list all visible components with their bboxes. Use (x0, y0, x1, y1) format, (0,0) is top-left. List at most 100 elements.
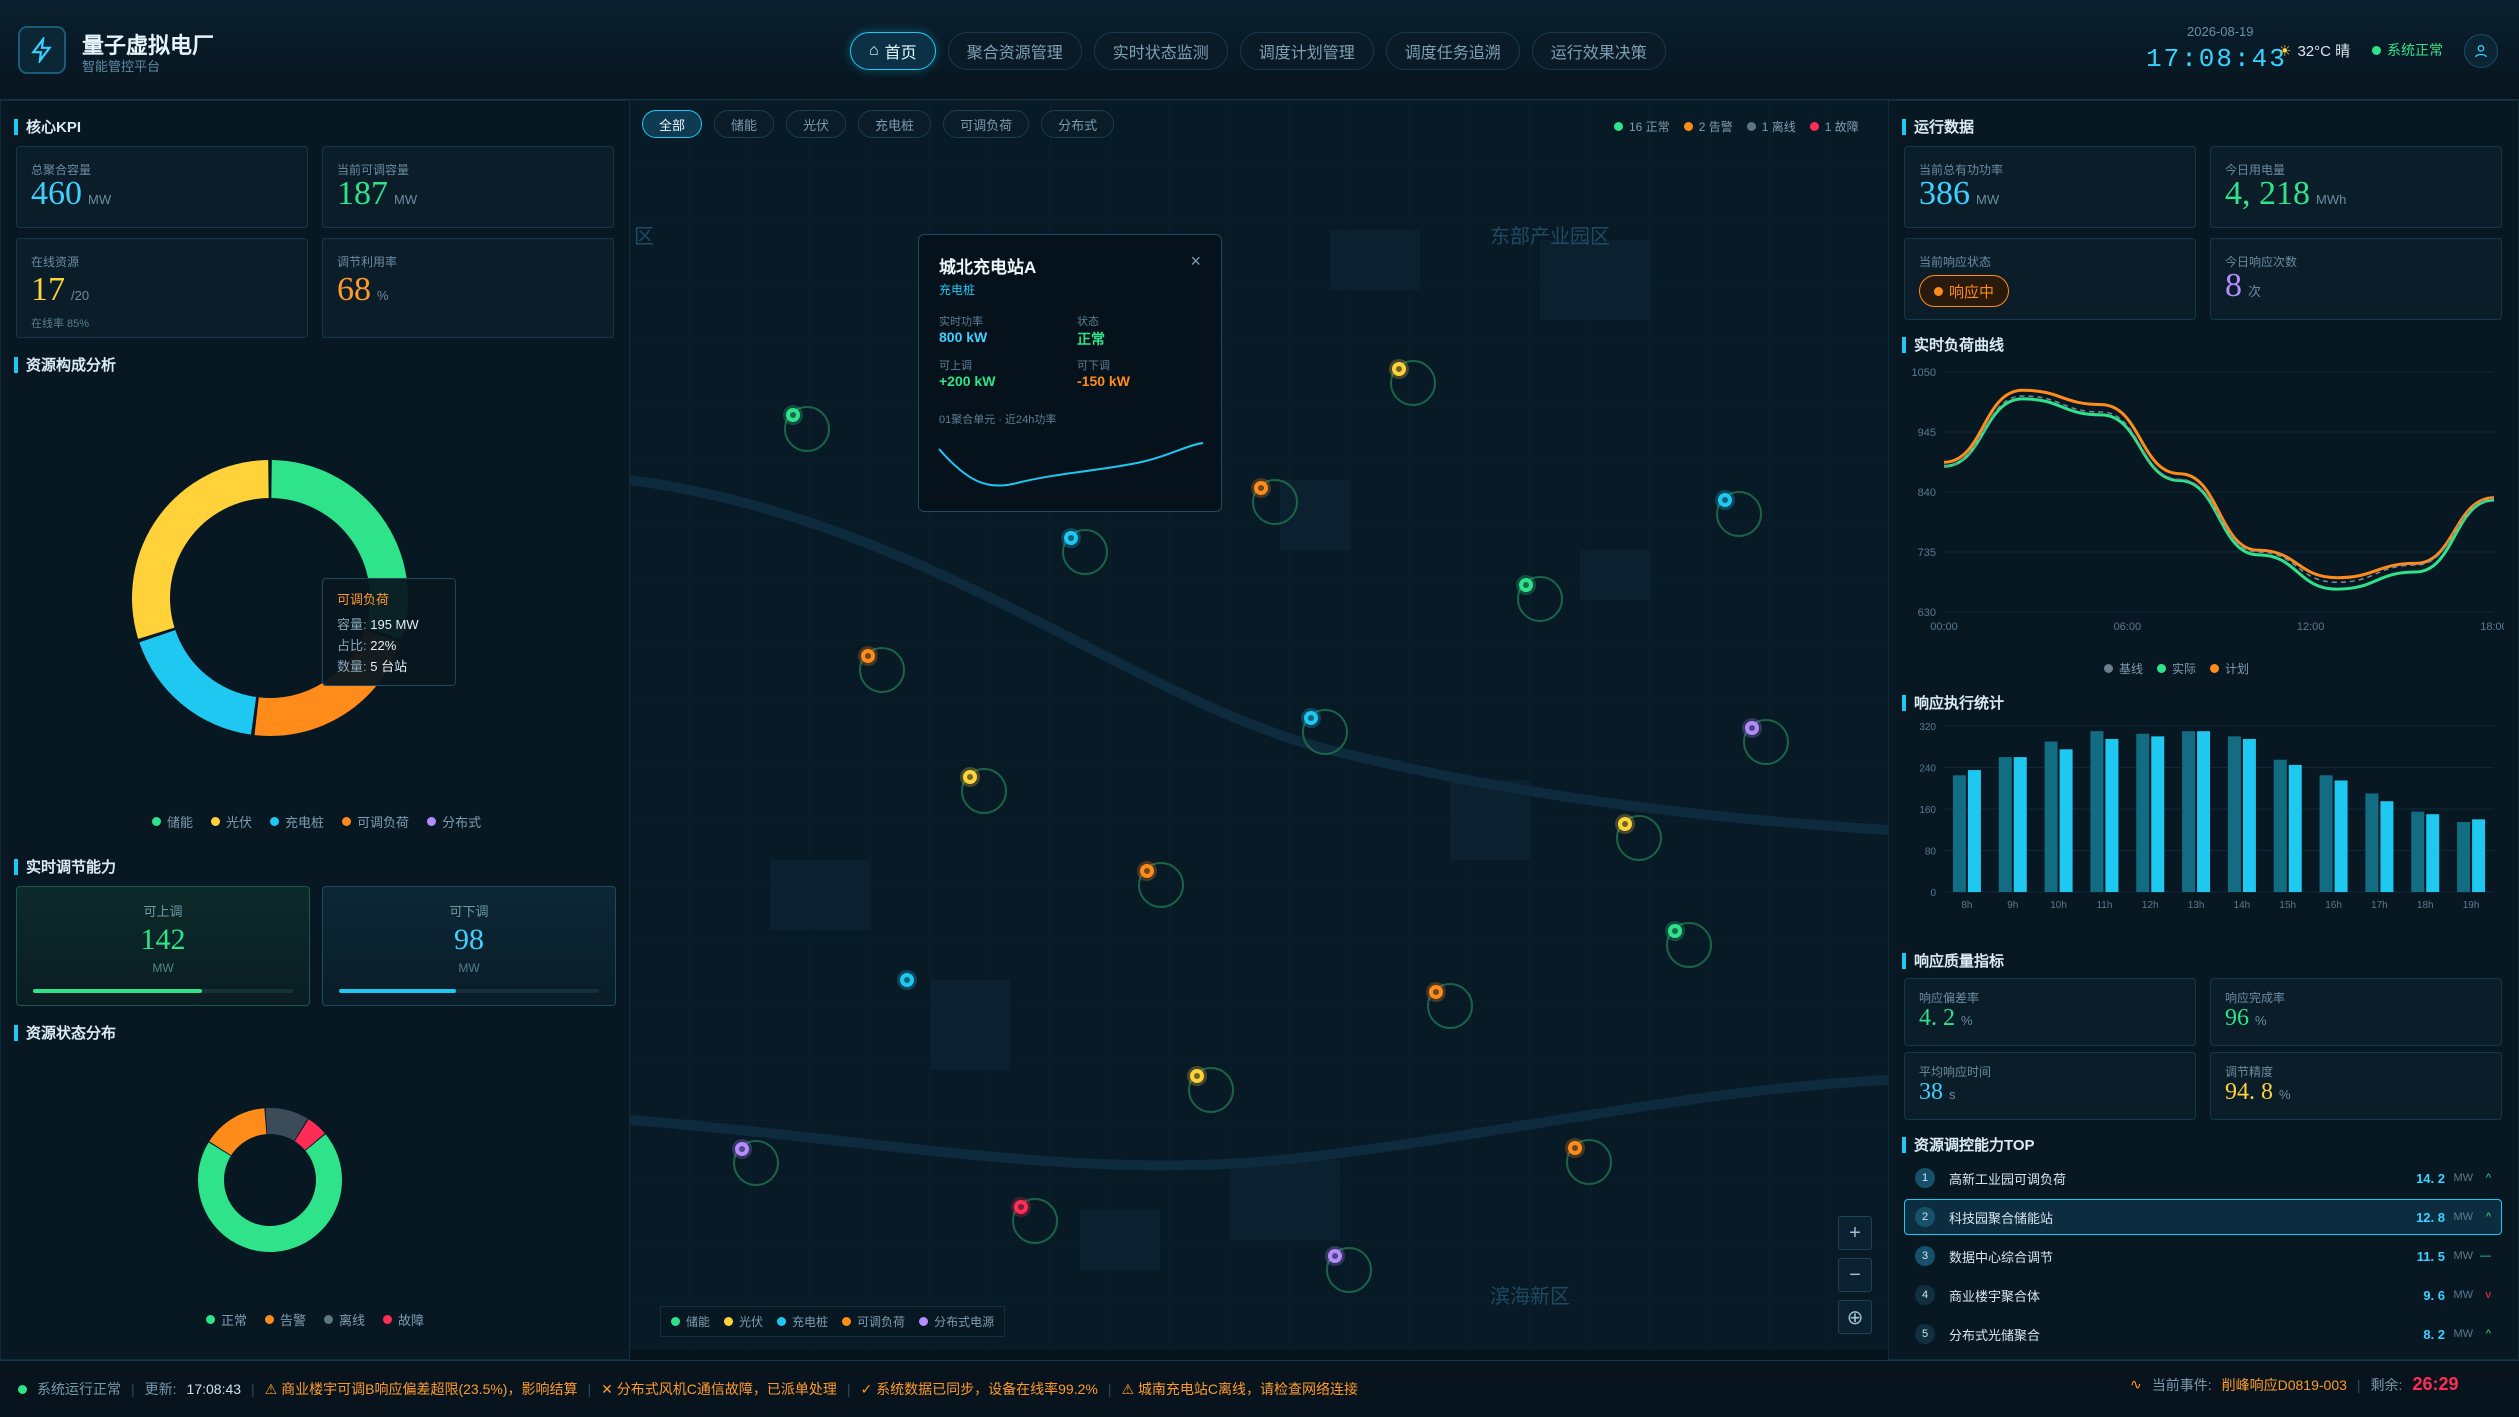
response-exec-chart: 0 80 160 240 320 8h 9h 10h 11h 12h 13h 14h 15h 16h 17h… (1919, 722, 2494, 911)
runtime-energy-today: 今日用电量 4, 218 MWh (2210, 146, 2502, 228)
exec-bar-2-1[interactable] (2059, 749, 2073, 892)
map-area[interactable]: 东部产业园区 滨海新区 区 (630, 100, 1888, 1350)
exec-bar-7-0[interactable] (2273, 759, 2287, 892)
trend-icon: — (2480, 1250, 2491, 1262)
exec-bar-9-0[interactable] (2365, 793, 2379, 892)
exec-bar-7-1[interactable] (2288, 764, 2302, 892)
alert-3: ✓ 系统数据已同步，设备在线率99.2% (860, 1381, 1098, 1397)
map-marker-10[interactable] (1609, 808, 1669, 868)
exec-bar-10-0[interactable] (2411, 811, 2425, 892)
map-marker-9[interactable] (954, 761, 1014, 821)
system-status: 系统正常 (2372, 40, 2443, 60)
map-marker-3[interactable] (1245, 472, 1305, 532)
composition-legend: 储能 光伏 充电桩 可调负荷 分布式 (152, 812, 481, 831)
nav-monitor[interactable]: 实时状态监测 (1093, 32, 1228, 70)
exec-bar-4-1[interactable] (2151, 736, 2165, 892)
top-list-item[interactable]: 2 科技园聚合储能站 12. 8 MW ^ (1904, 1199, 2502, 1235)
nav-schedule[interactable]: 调度计划管理 (1239, 32, 1374, 70)
bar-xtick-10: 18h (2417, 900, 2434, 911)
filter-charger[interactable]: 充电桩 (858, 110, 932, 138)
load-ytick-2: 840 (1918, 487, 1936, 499)
filter-load[interactable]: 可调负荷 (943, 110, 1030, 138)
map-marker-18[interactable] (1005, 1191, 1065, 1251)
exec-bar-10-1[interactable] (2426, 814, 2440, 892)
map-marker-12[interactable] (1659, 915, 1719, 975)
filter-distributed[interactable]: 分布式 (1041, 110, 1115, 138)
bar-xtick-5: 13h (2188, 900, 2205, 911)
exec-bar-8-0[interactable] (2319, 775, 2333, 892)
exec-bar-11-1[interactable] (2472, 819, 2486, 892)
legend-pv: 光伏 (211, 812, 252, 831)
exec-bar-6-0[interactable] (2227, 736, 2241, 892)
map-marker-4[interactable] (1709, 484, 1769, 544)
legend-storage: 储能 (152, 812, 193, 831)
map-marker-6[interactable] (852, 640, 912, 700)
filter-storage[interactable]: 储能 (714, 110, 775, 138)
map-marker-13[interactable] (1420, 976, 1480, 1036)
alert-2: ✕ 分布式风机C通信故障，已派单处理 (601, 1381, 837, 1397)
nav-decision[interactable]: 运行效果决策 (1531, 32, 1666, 70)
quality-deviation: 响应偏差率 4. 2% (1904, 978, 2196, 1046)
donut-slice-3[interactable] (132, 460, 269, 639)
donut-slice-0[interactable] (198, 1134, 342, 1252)
nav-resource[interactable]: 聚合资源管理 (947, 32, 1082, 70)
exec-chart-title: 响应执行统计 (1902, 692, 2004, 713)
exec-bar-6-1[interactable] (2242, 738, 2256, 892)
map-marker-19[interactable] (1319, 1240, 1379, 1300)
donut-slice-2[interactable] (139, 630, 257, 735)
exec-bar-1-1[interactable] (2013, 757, 2027, 892)
exec-bar-4-0[interactable] (2136, 733, 2150, 892)
exec-bar-3-0[interactable] (2090, 731, 2104, 892)
map-marker-16[interactable] (1559, 1132, 1619, 1192)
map-marker-17[interactable] (726, 1133, 786, 1193)
exec-bar-5-1[interactable] (2197, 731, 2211, 892)
map-marker-8[interactable] (1736, 712, 1796, 772)
popup-sparkline (938, 442, 1204, 487)
load-ytick-3: 945 (1918, 427, 1936, 439)
map-marker-0[interactable] (777, 399, 837, 459)
exec-bar-5-0[interactable] (2182, 731, 2196, 892)
exec-bar-3-1[interactable] (2105, 738, 2119, 892)
top-list-item[interactable]: 1 高新工业园可调负荷 14. 2 MW ^ (1904, 1160, 2502, 1196)
map-marker-2[interactable] (1055, 522, 1115, 582)
home-icon: ⌂ (869, 42, 879, 59)
load-xtick-2: 12:00 (2297, 621, 2325, 633)
top-list-item[interactable]: 4 商业楼宇聚合体 9. 6 MW v (1904, 1277, 2502, 1313)
user-button[interactable] (2464, 34, 2498, 68)
exec-bar-1-0[interactable] (1998, 757, 2012, 892)
map-marker-1[interactable] (1383, 353, 1443, 413)
filter-pv[interactable]: 光伏 (786, 110, 847, 138)
map-marker-14[interactable] (891, 964, 951, 1024)
map-marker-5[interactable] (1510, 569, 1570, 629)
filter-all[interactable]: 全部 (642, 110, 703, 138)
load-xtick-1: 06:00 (2114, 621, 2142, 633)
map-marker-11[interactable] (1131, 855, 1191, 915)
load-curve-chart: 630 735 840 945 1050 00:00 06:00 12:00 18:00 (1912, 367, 2504, 633)
trend-icon: ^ (2485, 1211, 2491, 1223)
nav-trace[interactable]: 调度任务追溯 (1385, 32, 1520, 70)
top-list-item[interactable]: 3 数据中心综合调节 11. 5 MW — (1904, 1238, 2502, 1274)
top-list-item[interactable]: 5 分布式光储聚合 8. 2 MW ^ (1904, 1316, 2502, 1352)
runtime-title: 运行数据 (1902, 116, 1974, 137)
load-ytick-4: 1050 (1912, 367, 1936, 379)
top-list: 1 高新工业园可调负荷 14. 2 MW ^ 2 科技园聚合储能站 12. 8 MW ^ 3 数据中心… (1904, 1160, 2502, 1355)
nav-home[interactable]: ⌂ 首页 (850, 32, 936, 70)
load-chart-legend: 基线 实际 计划 (2104, 660, 2249, 677)
map-marker-7[interactable] (1295, 702, 1355, 762)
kpi-adjustable-capacity: 当前可调容量 187 MW (322, 146, 614, 228)
zoom-in-button[interactable]: + (1838, 1216, 1872, 1250)
exec-bar-2-0[interactable] (2044, 741, 2058, 892)
exec-bar-0-0[interactable] (1952, 775, 1966, 892)
exec-bar-0-1[interactable] (1967, 770, 1981, 892)
item-unit: MW (2453, 1172, 2473, 1184)
map-marker-15[interactable] (1181, 1060, 1241, 1120)
popup-close-button[interactable]: × (1190, 251, 1201, 272)
header-clock: 17:08:43 (2146, 44, 2287, 74)
locate-button[interactable]: ⊕ (1838, 1300, 1872, 1334)
load-xtick-0: 00:00 (1930, 621, 1958, 633)
exec-bar-9-1[interactable] (2380, 801, 2394, 892)
exec-bar-11-0[interactable] (2457, 821, 2471, 892)
exec-bar-8-1[interactable] (2334, 780, 2348, 892)
zoom-out-button[interactable]: − (1838, 1258, 1872, 1292)
rank-badge: 5 (1915, 1324, 1935, 1344)
